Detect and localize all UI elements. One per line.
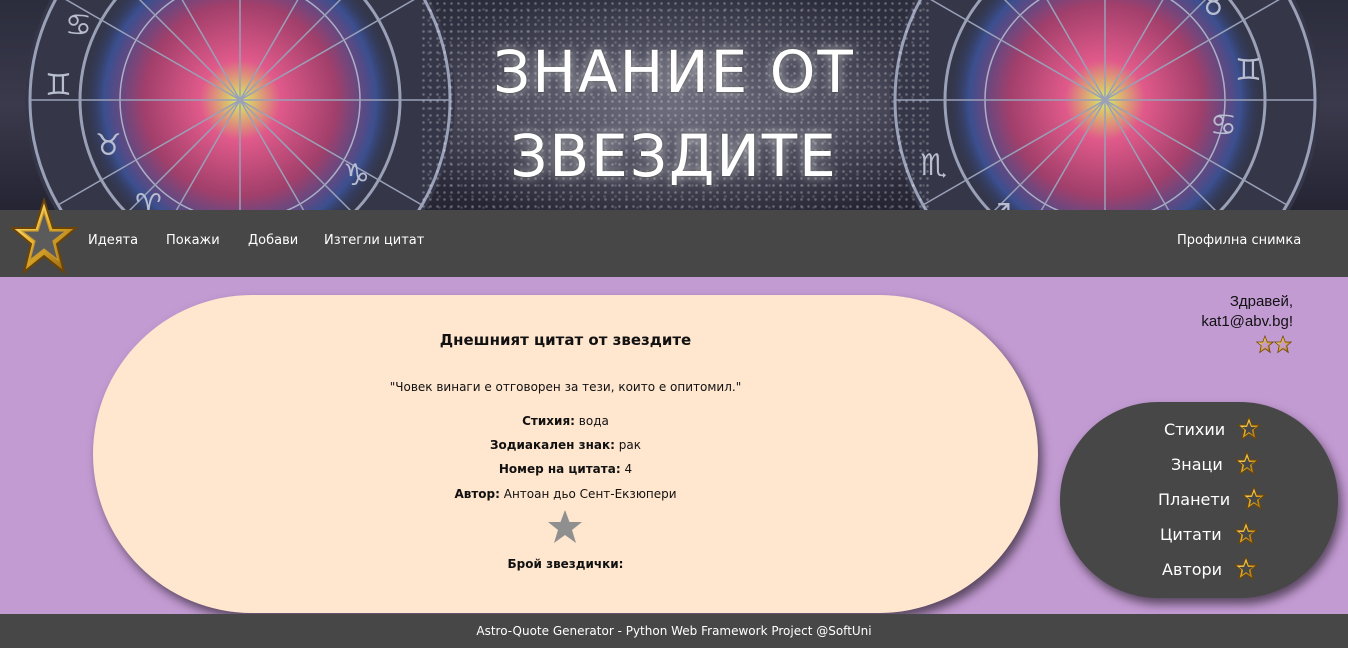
side-menu-label: Стихии [1164, 419, 1226, 439]
main-navbar: Идеята Покажи Добави Изтегли цитат Профи… [0, 196, 1348, 277]
side-menu-item-elements[interactable]: Стихии [1164, 416, 1262, 442]
quote-field-quote-number: Номер на цитата: 4 [498, 462, 633, 476]
field-label: Номер на цитата [498, 462, 616, 476]
greeting-line1: Здравей, [1229, 293, 1293, 310]
svg-text:♉: ♉ [95, 128, 122, 163]
daily-quote-card: Днешният цитат от звездите "Човек винаги… [93, 295, 1038, 613]
svg-text:♐: ♐ [985, 198, 1012, 210]
side-menu-item-quotes[interactable]: Цитати [1160, 521, 1258, 547]
side-menu-label: Цитати [1160, 524, 1222, 544]
svg-text:♈: ♈ [135, 188, 162, 210]
nav-item-show[interactable]: Покажи [166, 233, 220, 248]
svg-text:♊: ♊ [1235, 53, 1262, 88]
page-title-line1: ЗНАНИЕ ОТ [493, 38, 855, 106]
user-greeting: Здравей, kat1@abv.bg! [1201, 292, 1293, 356]
side-menu-item-authors[interactable]: Автори [1162, 556, 1259, 582]
page-title: ЗНАНИЕ ОТ ЗВЕЗДИТЕ [424, 30, 924, 198]
greeting-stars [1201, 334, 1292, 356]
side-menu-item-planets[interactable]: Планети [1158, 486, 1267, 512]
svg-text:♋: ♋ [65, 8, 92, 43]
quote-field-author: Автор: Антоан дьо Сент-Екзюпери [454, 487, 677, 501]
side-menu-item-signs[interactable]: Знаци [1171, 451, 1259, 477]
svg-text:♒: ♒ [287, 203, 314, 210]
star-icon [1242, 486, 1267, 511]
svg-text:♉: ♉ [1200, 0, 1227, 23]
nav-item-idea[interactable]: Идеята [88, 233, 138, 248]
zodiac-wheel-left-image: ♉♈ ♓♒ ♑♊ ♋ [25, 0, 455, 210]
page-footer: Astro-Quote Generator - Python Web Frame… [0, 614, 1348, 648]
nav-item-profile-picture[interactable]: Профилна снимка [1177, 233, 1301, 248]
field-value: 4 [624, 462, 633, 476]
side-menu: Стихии Знаци Планети Цитати Автори [1060, 402, 1338, 598]
field-value: рак [618, 438, 641, 452]
star-icon [1234, 451, 1259, 476]
svg-text:♊: ♊ [45, 68, 72, 103]
quote-field-element: Стихия: вода [522, 414, 609, 428]
quote-card-heading: Днешният цитат от звездите [439, 331, 692, 349]
stars-count-label: Брой звездички: [507, 557, 624, 571]
header-banner: ♉♈ ♓♒ ♑♊ ♋ ♏♐ ♑♒ ♋♊ ♉ ЗНАНИЕ ОТ ЗВЕЗДИТЕ [0, 0, 1348, 210]
star-logo-icon[interactable] [10, 196, 78, 282]
star-icon [1274, 334, 1292, 354]
rate-star-icon[interactable] [547, 509, 583, 545]
greeting-user-email: kat1@abv.bg! [1201, 313, 1293, 330]
zodiac-wheel-right-image: ♏♐ ♑♒ ♋♊ ♉ [890, 0, 1320, 210]
star-icon [1233, 521, 1258, 546]
field-label: Автор [454, 487, 496, 501]
star-icon [1256, 334, 1274, 354]
nav-item-add[interactable]: Добави [248, 233, 298, 248]
quote-field-zodiac-sign: Зодиакален знак: рак [490, 438, 641, 452]
svg-text:♋: ♋ [1210, 108, 1237, 143]
field-label: Зодиакален знак [490, 438, 611, 452]
page-title-line2: ЗВЕЗДИТЕ [510, 122, 838, 190]
side-menu-label: Планети [1158, 489, 1231, 509]
side-menu-label: Автори [1162, 559, 1223, 579]
quote-text: "Човек винаги е отговорен за тези, които… [389, 380, 742, 394]
field-label: Стихия [522, 414, 571, 428]
nav-item-download-quote[interactable]: Изтегли цитат [324, 233, 424, 248]
side-menu-label: Знаци [1171, 454, 1223, 474]
svg-text:♑: ♑ [343, 158, 370, 193]
footer-text: Astro-Quote Generator - Python Web Frame… [476, 624, 872, 638]
field-value: Антоан дьо Сент-Екзюпери [503, 487, 677, 501]
star-icon [1237, 416, 1262, 441]
field-value: вода [578, 414, 609, 428]
star-icon [1234, 556, 1259, 581]
